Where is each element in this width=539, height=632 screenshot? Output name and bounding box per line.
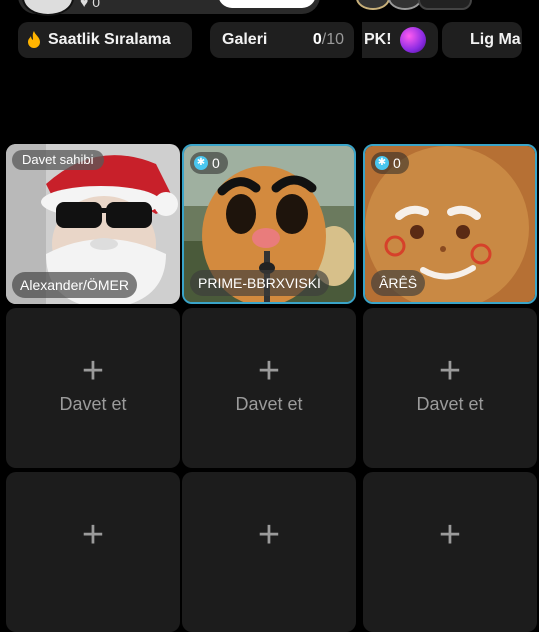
guest-tile[interactable]: ✱ 0 ÂRÊŜ: [363, 144, 537, 304]
plus-icon: +: [81, 514, 105, 556]
plus-icon: +: [438, 350, 462, 392]
host-likes: ♥ 0: [80, 0, 100, 10]
invite-label: Davet et: [59, 394, 127, 414]
invite-slot[interactable]: + Davet et: [363, 308, 537, 468]
pk-label: PK!: [364, 31, 392, 48]
coin-icon: ✱: [375, 156, 389, 170]
plus-icon: +: [257, 514, 281, 556]
gallery-count: 0/10: [312, 31, 344, 48]
plus-icon: +: [81, 350, 105, 392]
pk-chip[interactable]: PK!: [362, 22, 438, 58]
gift-counter: ✱ 0: [371, 152, 409, 174]
top-bar: ♥ 0: [0, 0, 539, 16]
invite-slot[interactable]: + Davet et: [6, 308, 180, 468]
invite-label: Davet et: [416, 394, 484, 414]
plus-icon: +: [257, 350, 281, 392]
chips-row: Saatlik Sıralama Galeri 0/10 PK! Lig Ma: [0, 22, 539, 60]
invite-label: Davet et: [235, 394, 303, 414]
guest-tile-host[interactable]: Davet sahibi Alexander/ÖMER: [6, 144, 180, 304]
likes-count: 0: [92, 0, 100, 10]
gift-count: 0: [393, 155, 401, 171]
guest-name[interactable]: PRIME-BBRXVISKI: [190, 270, 329, 296]
follow-button[interactable]: [218, 0, 316, 8]
heart-icon: ♥: [80, 0, 89, 10]
hourly-ranking-chip[interactable]: Saatlik Sıralama: [18, 22, 192, 58]
viewer-count-pill[interactable]: [418, 0, 472, 10]
host-badge: Davet sahibi: [12, 150, 104, 170]
hourly-ranking-label: Saatlik Sıralama: [48, 31, 171, 48]
viewer-avatar[interactable]: [388, 0, 422, 10]
invite-slot[interactable]: + Davet et: [182, 308, 356, 468]
guest-tile[interactable]: ✱ 0 PRIME-BBRXVISKI: [182, 144, 356, 304]
fire-icon: [26, 31, 42, 49]
viewer-avatars[interactable]: [356, 0, 476, 10]
viewer-avatar[interactable]: [356, 0, 390, 10]
plus-icon: +: [438, 514, 462, 556]
guest-name[interactable]: Alexander/ÖMER: [12, 272, 137, 298]
league-chip[interactable]: Lig Ma: [442, 22, 522, 58]
coin-icon: ✱: [194, 156, 208, 170]
invite-slot[interactable]: +: [182, 472, 356, 632]
gift-count: 0: [212, 155, 220, 171]
invite-slot[interactable]: +: [363, 472, 537, 632]
gallery-label: Galeri: [222, 31, 268, 48]
league-label: Lig Ma: [470, 31, 521, 48]
gem-icon: [399, 27, 426, 53]
gallery-chip[interactable]: Galeri 0/10: [210, 22, 354, 58]
guest-name[interactable]: ÂRÊŜ: [371, 270, 426, 296]
gift-counter: ✱ 0: [190, 152, 228, 174]
invite-slot[interactable]: +: [6, 472, 180, 632]
